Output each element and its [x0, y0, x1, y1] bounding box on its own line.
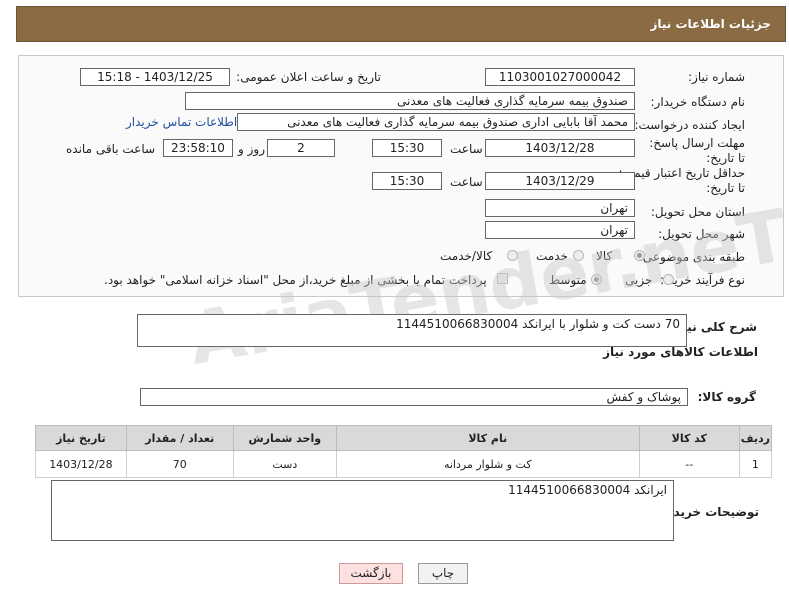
province-field[interactable]: تهران	[485, 199, 635, 217]
buyer-org-field[interactable]: صندوق بیمه سرمایه گذاری فعالیت های معدنی	[185, 92, 635, 110]
contact-buyer-link[interactable]: اطلاعات تماس خریدار	[126, 115, 237, 129]
province-label: استان محل تحویل:	[650, 205, 745, 219]
treasury-payment-checkbox[interactable]	[497, 273, 508, 284]
print-button[interactable]: چاپ	[418, 563, 468, 584]
buyer-org-label: نام دستگاه خریدار:	[650, 95, 746, 109]
deadline-time-label: ساعت	[450, 142, 483, 156]
description-field[interactable]: 70 دست کت و شلوار با ایرانکد 11445100668…	[137, 314, 687, 347]
category-option-goods: کالا	[596, 249, 613, 263]
creator-label: ایجاد کننده درخواست:	[634, 118, 745, 132]
category-label: طبقه بندی موضوعی:	[638, 250, 745, 264]
treasury-payment-note: پرداخت تمام یا بخشی از مبلغ خرید،از محل …	[104, 273, 487, 287]
goods-group-label: گروه کالا:	[697, 390, 756, 404]
category-radio-service[interactable]	[573, 250, 584, 261]
deadline-label: مهلت ارسال پاسخ: تا تاریخ:	[649, 136, 745, 165]
cell-date: 1403/12/28	[35, 450, 127, 478]
days-field[interactable]: 2	[267, 139, 335, 157]
cell-quantity: 70	[125, 450, 234, 478]
deadline-time-field[interactable]: 15:30	[372, 139, 442, 157]
need-number-field[interactable]: 1103001027000042	[485, 68, 635, 86]
category-radio-goods[interactable]	[634, 250, 645, 261]
days-label: روز و	[238, 142, 265, 156]
goods-section-title: اطلاعات کالاهای مورد نیاز	[603, 345, 758, 359]
validity-date-field[interactable]: 1403/12/29	[485, 172, 635, 190]
cell-row: 1	[738, 450, 773, 478]
category-option-service: خدمت	[536, 249, 568, 263]
buyer-notes-field[interactable]: ایرانکد 1144510066830004	[51, 480, 674, 541]
table-row[interactable]: 1 -- کت و شلوار مردانه دست 70 1403/12/28	[35, 450, 773, 478]
process-option-minor: جزیی	[625, 273, 653, 287]
cell-unit: دست	[232, 450, 337, 478]
page-title: جزئیات اطلاعات نیاز	[650, 17, 771, 31]
process-radio-minor[interactable]	[663, 274, 674, 285]
goods-group-text: پوشاک و کفش	[606, 390, 682, 404]
announce-label: تاریخ و ساعت اعلان عمومی:	[236, 70, 381, 84]
need-number-label: شماره نیاز:	[688, 70, 745, 84]
process-option-medium: متوسط	[549, 273, 587, 287]
goods-table-header: ردیف کد کالا نام کالا واحد شمارش تعداد /…	[35, 425, 773, 451]
validity-time-label: ساعت	[450, 175, 483, 189]
cell-code: --	[638, 450, 740, 478]
city-label: شهر محل تحویل:	[658, 227, 745, 241]
page-header: جزئیات اطلاعات نیاز	[16, 6, 786, 42]
col-date: تاریخ نیاز	[35, 425, 127, 451]
category-option-goods-service: کالا/خدمت	[440, 249, 493, 263]
creator-field[interactable]: محمد آقا بابایی اداری صندوق بیمه سرمایه …	[237, 113, 635, 131]
goods-table: ردیف کد کالا نام کالا واحد شمارش تعداد /…	[35, 425, 773, 478]
col-quantity: تعداد / مقدار	[125, 425, 234, 451]
validity-time-field[interactable]: 15:30	[372, 172, 442, 190]
remaining-label: ساعت باقی مانده	[66, 142, 156, 156]
col-name: نام کالا	[335, 425, 640, 451]
description-text: 70 دست کت و شلوار با ایرانکد 11445100668…	[396, 317, 680, 331]
back-button[interactable]: بازگشت	[339, 563, 403, 584]
goods-group-field[interactable]: پوشاک و کفش	[140, 388, 688, 406]
announce-datetime-field[interactable]: 1403/12/25 - 15:18	[80, 68, 230, 86]
col-unit: واحد شمارش	[232, 425, 337, 451]
process-radio-medium[interactable]	[591, 274, 602, 285]
remaining-time-field[interactable]: 23:58:10	[163, 139, 233, 157]
col-row: ردیف	[738, 425, 773, 451]
cell-name: کت و شلوار مردانه	[335, 450, 640, 478]
deadline-date-field[interactable]: 1403/12/28	[485, 139, 635, 157]
category-radio-goods-service[interactable]	[507, 250, 518, 261]
city-field[interactable]: تهران	[485, 221, 635, 239]
buyer-notes-text: ایرانکد 1144510066830004	[508, 483, 667, 497]
col-code: کد کالا	[638, 425, 740, 451]
